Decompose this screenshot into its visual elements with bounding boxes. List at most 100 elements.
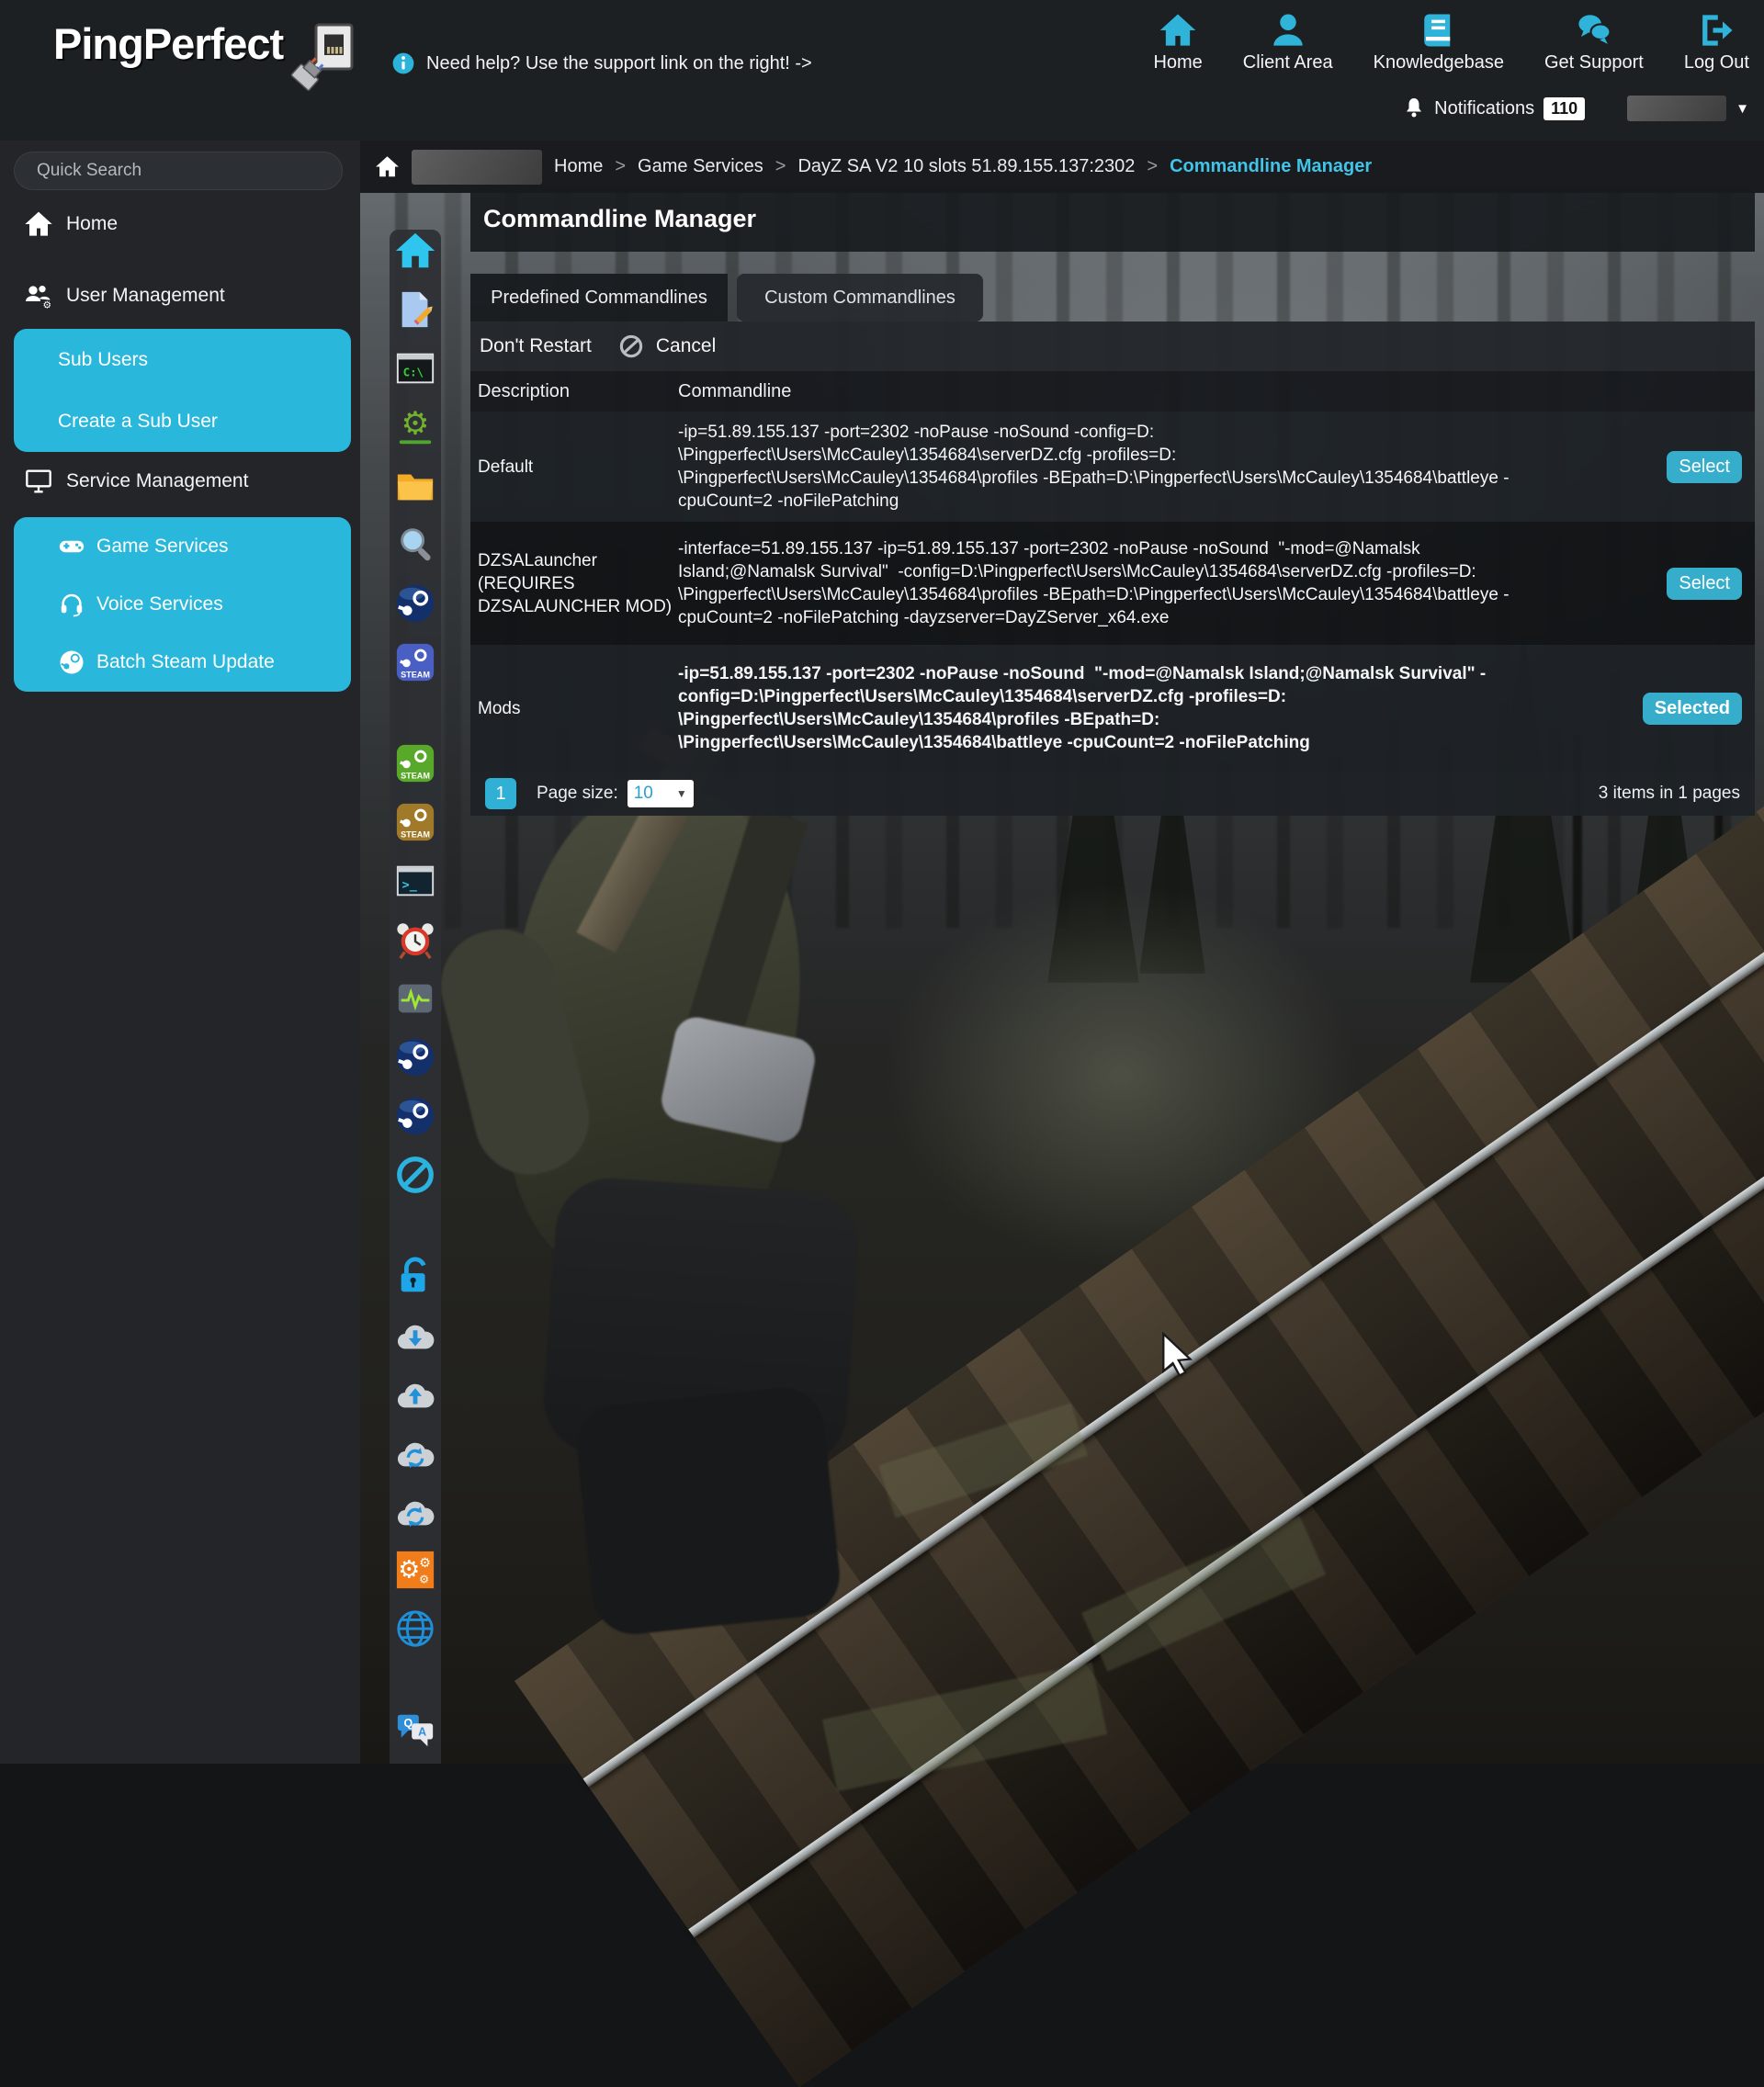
svg-text:STEAM: STEAM — [401, 771, 430, 780]
pagination-bar: 1 Page size: 10 ▼ 3 items in 1 pages — [470, 772, 1755, 816]
pingperfect-logo[interactable]: PingPerfect — [53, 18, 355, 94]
column-commandline: Commandline — [678, 381, 1635, 402]
gears-orange-icon[interactable]: ⚙⚙⚙ — [394, 1549, 436, 1591]
account-dropdown-caret[interactable]: ▼ — [1736, 101, 1749, 117]
search-icon[interactable] — [394, 524, 436, 566]
cloud-sync-icon[interactable] — [394, 1490, 436, 1532]
info-icon — [391, 51, 415, 75]
notifications-row: Notifications 110 ▼ — [1403, 96, 1749, 121]
unlock-icon[interactable] — [394, 1255, 436, 1297]
steam-circle-icon[interactable] — [394, 1036, 436, 1078]
steam-circle-icon[interactable] — [394, 582, 436, 625]
terminal-icon[interactable]: >_ — [394, 860, 436, 902]
tool-icon-rail: C:\ ⚙ STEAM STEAM STEAM >_ ⚙⚙⚙ QA — [390, 230, 441, 1764]
notifications-count-badge[interactable]: 110 — [1544, 97, 1585, 120]
row-description: Mods — [470, 690, 678, 728]
commandline-manager-panel: Commandline Manager Predefined Commandli… — [470, 186, 1755, 816]
steam-badge-blue-icon[interactable]: STEAM — [394, 641, 436, 683]
nav-client-area[interactable]: Client Area — [1243, 11, 1333, 73]
gear-green-icon[interactable]: ⚙ — [394, 406, 436, 448]
steam-icon — [58, 649, 85, 676]
cloud-upload-icon[interactable] — [394, 1372, 436, 1415]
svg-text:STEAM: STEAM — [401, 829, 430, 839]
breadcrumb-home-icon[interactable] — [375, 154, 400, 179]
book-icon — [1419, 11, 1458, 50]
globe-icon[interactable] — [394, 1608, 436, 1650]
row-actions: Select — [1635, 451, 1755, 483]
qa-chat-icon[interactable]: QA — [394, 1709, 436, 1751]
cloud-download-icon[interactable] — [394, 1314, 436, 1356]
alarm-clock-icon[interactable] — [394, 919, 436, 961]
pulse-monitor-icon[interactable] — [394, 977, 436, 1020]
tab-custom-commandlines[interactable]: Custom Commandlines — [737, 274, 983, 322]
table-row: Default-ip=51.89.155.137 -port=2302 -noP… — [470, 412, 1755, 522]
support-chat-icon — [1575, 11, 1613, 50]
sidebar-item-label: Sub Users — [58, 349, 148, 371]
cloud-sync-icon[interactable] — [394, 1431, 436, 1473]
sidebar-item-game-services[interactable]: Game Services — [14, 517, 351, 575]
sidebar-item-service-management[interactable]: Service Management — [0, 456, 360, 507]
row-description: Default — [470, 448, 678, 486]
breadcrumb-item-server[interactable]: DayZ SA V2 10 slots 51.89.155.137:2302 — [797, 156, 1135, 177]
gamepad-icon — [58, 533, 85, 560]
nav-knowledgebase[interactable]: Knowledgebase — [1374, 11, 1504, 73]
select-caret-icon: ▼ — [676, 787, 687, 800]
select-button[interactable]: Select — [1667, 451, 1742, 483]
bell-icon — [1403, 96, 1425, 120]
cmd-prompt-icon[interactable]: C:\ — [394, 347, 436, 389]
sidebar-item-label: Create a Sub User — [58, 411, 218, 433]
service-management-submenu: Game Services Voice Services Batch Steam… — [14, 517, 351, 692]
steam-badge-gold-icon[interactable]: STEAM — [394, 801, 436, 843]
top-header: PingPerfect Need help? Use the support l… — [0, 0, 1764, 141]
cancel-button[interactable]: Cancel — [656, 335, 716, 357]
block-icon[interactable] — [394, 1154, 436, 1196]
sidebar: Home ⚙ User Management Sub Users Create … — [0, 141, 360, 1764]
table-row: Mods-ip=51.89.155.137 -port=2302 -noPaus… — [470, 645, 1755, 772]
headset-icon — [58, 591, 85, 618]
svg-text:⚙: ⚙ — [419, 1556, 431, 1571]
rail-group-gap — [390, 1666, 441, 1709]
commandline-table: Default-ip=51.89.155.137 -port=2302 -noP… — [470, 412, 1755, 772]
sidebar-item-create-sub-user[interactable]: Create a Sub User — [14, 390, 351, 452]
mouse-cursor — [1159, 1332, 1198, 1376]
page-size-value: 10 — [634, 784, 653, 804]
redacted-breadcrumb-account — [412, 150, 542, 185]
pagination-summary: 3 items in 1 pages — [1599, 784, 1755, 804]
folder-icon[interactable] — [394, 465, 436, 507]
file-edit-icon[interactable] — [394, 288, 436, 331]
sidebar-item-home[interactable]: Home — [0, 198, 360, 250]
breadcrumb-item-home[interactable]: Home — [554, 156, 603, 177]
quick-search-input[interactable] — [14, 152, 343, 190]
sidebar-item-label: Batch Steam Update — [96, 651, 275, 673]
sidebar-item-voice-services[interactable]: Voice Services — [14, 575, 351, 633]
panel-title-strip: Commandline Manager — [470, 186, 1755, 252]
logo-plug-icon — [288, 22, 355, 94]
monitor-icon — [24, 467, 53, 496]
nav-home[interactable]: Home — [1153, 11, 1202, 73]
dont-restart-button[interactable]: Don't Restart — [480, 335, 592, 357]
restart-toolbar: Don't Restart Cancel — [470, 322, 1755, 371]
select-button[interactable]: Select — [1667, 568, 1742, 600]
column-description: Description — [470, 381, 678, 402]
users-gear-icon: ⚙ — [24, 281, 53, 310]
breadcrumb-separator: > — [775, 156, 786, 177]
home-icon[interactable] — [394, 230, 436, 272]
page-size-select[interactable]: 10 ▼ — [628, 780, 694, 807]
nav-get-support[interactable]: Get Support — [1544, 11, 1644, 73]
sidebar-item-sub-users[interactable]: Sub Users — [14, 329, 351, 390]
tab-predefined-commandlines[interactable]: Predefined Commandlines — [470, 274, 728, 322]
redacted-account-name[interactable] — [1627, 96, 1726, 121]
notifications-label[interactable]: Notifications — [1434, 98, 1534, 119]
breadcrumb-item-game-services[interactable]: Game Services — [638, 156, 763, 177]
figure-leg — [573, 1384, 844, 1639]
sidebar-item-batch-steam-update[interactable]: Batch Steam Update — [14, 633, 351, 691]
page-number-button[interactable]: 1 — [485, 778, 516, 809]
breadcrumb-separator: > — [615, 156, 626, 177]
steam-circle-icon[interactable] — [394, 1095, 436, 1137]
sidebar-item-user-management[interactable]: ⚙ User Management — [0, 270, 360, 322]
steam-badge-green-icon[interactable]: STEAM — [394, 742, 436, 784]
svg-text:⚙: ⚙ — [401, 406, 430, 443]
selected-button[interactable]: Selected — [1643, 693, 1742, 725]
row-commandline: -ip=51.89.155.137 -port=2302 -noPause -n… — [678, 412, 1635, 522]
nav-log-out[interactable]: Log Out — [1684, 11, 1749, 73]
